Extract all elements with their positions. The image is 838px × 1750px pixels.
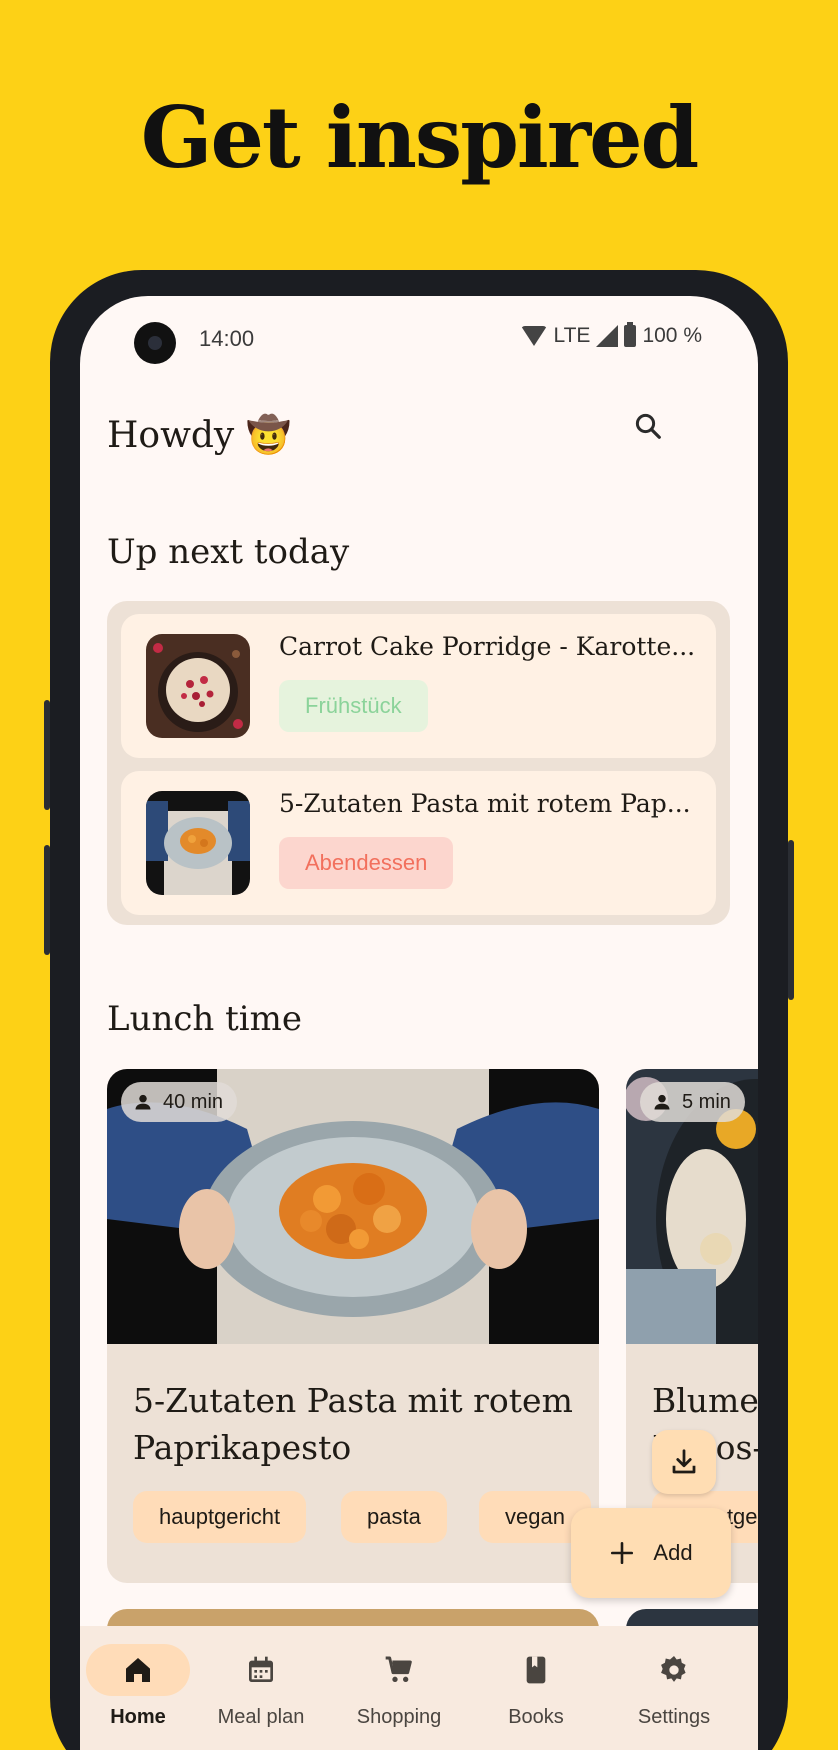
download-icon bbox=[672, 1449, 696, 1474]
meal-tag-dinner: Abendessen bbox=[279, 837, 454, 889]
recipe-card[interactable]: 40 min 5-Zutaten Pasta mit rotem Paprika… bbox=[107, 1069, 599, 1583]
plus-icon bbox=[611, 1541, 634, 1565]
time-badge: 40 min bbox=[121, 1082, 238, 1122]
home-icon bbox=[126, 1658, 150, 1682]
recipe-title: 5-Zutaten Pasta mit rotem Paprikapesto bbox=[133, 1381, 573, 1467]
phone-power-button bbox=[788, 840, 794, 1000]
front-camera bbox=[134, 322, 176, 364]
nav-label: Home bbox=[110, 1706, 166, 1728]
recipe-tag[interactable]: hauptgericht bbox=[133, 1491, 307, 1543]
time-value: 5 min bbox=[682, 1090, 731, 1113]
nav-indicator bbox=[622, 1644, 726, 1696]
nav-settings[interactable]: Settings bbox=[609, 1644, 739, 1729]
promo-title: Get inspired bbox=[140, 88, 700, 187]
nav-indicator bbox=[86, 1644, 190, 1696]
search-icon bbox=[635, 413, 661, 439]
cowboy-emoji: 🤠 bbox=[246, 415, 292, 456]
greeting-text: Howdy bbox=[107, 414, 235, 456]
nav-indicator bbox=[347, 1644, 451, 1696]
nav-home[interactable]: Home bbox=[80, 1644, 203, 1729]
greeting: Howdy 🤠 bbox=[107, 414, 292, 457]
nav-indicator bbox=[209, 1644, 313, 1696]
person-icon bbox=[135, 1094, 151, 1110]
search-button[interactable] bbox=[620, 398, 676, 454]
gear-icon bbox=[661, 1656, 686, 1682]
status-bar: 14:00 LTE 100 % bbox=[80, 296, 758, 386]
up-next-list: Carrot Cake Porridge - Karotte... Frühst… bbox=[107, 601, 730, 925]
phone-side-button bbox=[44, 700, 50, 810]
person-icon bbox=[654, 1094, 670, 1110]
up-next-item[interactable]: 5-Zutaten Pasta mit rotem Pap... Abendes… bbox=[121, 771, 716, 915]
nav-books[interactable]: Books bbox=[471, 1644, 601, 1729]
bottom-navigation: Home Meal plan Shopping Books Settings bbox=[80, 1626, 758, 1750]
app-screen: 14:00 LTE 100 % Howdy 🤠 Up next today Ca… bbox=[80, 296, 758, 1750]
cart-icon bbox=[385, 1656, 412, 1682]
recipe-thumbnail bbox=[146, 791, 250, 895]
nav-shopping[interactable]: Shopping bbox=[334, 1644, 464, 1729]
time-badge: 5 min bbox=[640, 1082, 745, 1122]
nav-label: Shopping bbox=[356, 1706, 442, 1728]
phone-side-button bbox=[44, 845, 50, 955]
battery-level: 100 % bbox=[642, 324, 702, 347]
wifi-icon bbox=[521, 326, 548, 346]
nav-label: Meal plan bbox=[217, 1706, 305, 1728]
calendar-icon bbox=[249, 1656, 273, 1682]
up-next-item[interactable]: Carrot Cake Porridge - Karotte... Frühst… bbox=[121, 614, 716, 758]
up-next-recipe-title: 5-Zutaten Pasta mit rotem Pap... bbox=[279, 789, 691, 818]
add-recipe-button[interactable]: Add bbox=[571, 1508, 731, 1598]
battery-icon bbox=[624, 322, 637, 347]
nav-label: Books bbox=[508, 1706, 564, 1728]
meal-tag-breakfast: Frühstück bbox=[279, 680, 428, 732]
recipe-tag[interactable]: pasta bbox=[341, 1491, 447, 1543]
nav-meal-plan[interactable]: Meal plan bbox=[196, 1644, 326, 1729]
nav-label: Settings bbox=[637, 1706, 711, 1728]
recipe-card[interactable]: 5 min Blume Kokos- hauptge bbox=[626, 1069, 758, 1583]
add-label: Add bbox=[653, 1540, 693, 1565]
status-time: 14:00 bbox=[199, 326, 255, 351]
network-type: LTE bbox=[553, 324, 591, 347]
nav-indicator bbox=[484, 1644, 588, 1696]
recipe-thumbnail bbox=[146, 634, 250, 738]
up-next-recipe-title: Carrot Cake Porridge - Karotte... bbox=[279, 632, 696, 661]
book-icon bbox=[526, 1656, 546, 1684]
status-indicators: LTE 100 % bbox=[521, 322, 702, 348]
time-value: 40 min bbox=[163, 1090, 224, 1113]
lunch-title: Lunch time bbox=[107, 999, 303, 1039]
download-button[interactable] bbox=[652, 1430, 716, 1494]
signal-icon bbox=[596, 325, 619, 347]
up-next-title: Up next today bbox=[107, 532, 350, 572]
